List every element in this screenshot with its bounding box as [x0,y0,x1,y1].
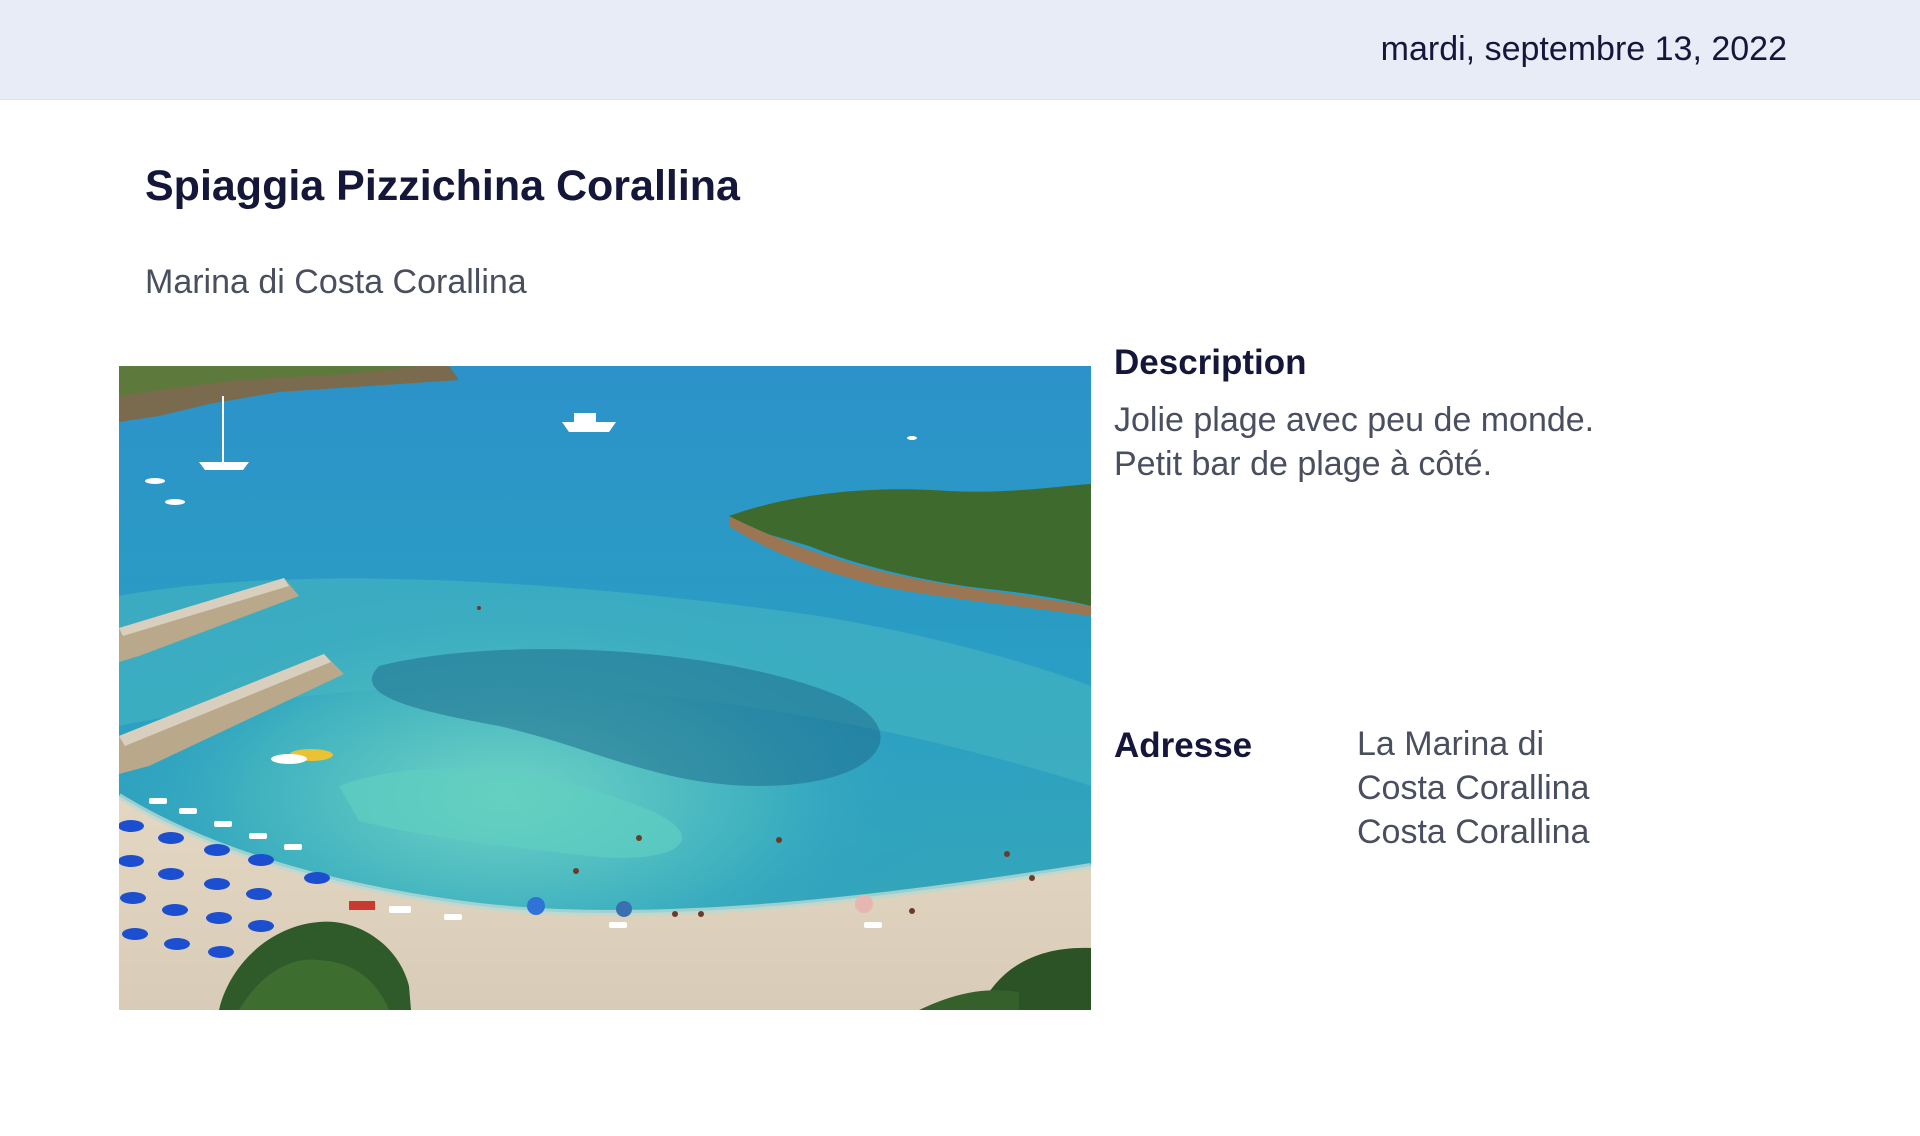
description-text: Jolie plage avec peu de monde. Petit bar… [1114,398,1594,486]
address-text: La Marina di Costa Corallina Costa Coral… [1357,722,1589,854]
description-label: Description [1114,343,1307,382]
header-bar: mardi, septembre 13, 2022 [0,0,1920,100]
description-line: Jolie plage avec peu de monde. [1114,401,1595,439]
page-title: Spiaggia Pizzichina Corallina [145,162,740,210]
address-line: Costa Corallina [1357,813,1590,851]
address-line: Costa Corallina [1357,769,1590,807]
address-line: La Marina di [1357,725,1545,763]
description-line: Petit bar de plage à côté. [1114,445,1493,483]
beach-photo [119,366,1091,1010]
address-label: Adresse [1114,726,1253,765]
header-date: mardi, septembre 13, 2022 [1380,30,1787,68]
place-subtitle: Marina di Costa Corallina [145,263,527,301]
